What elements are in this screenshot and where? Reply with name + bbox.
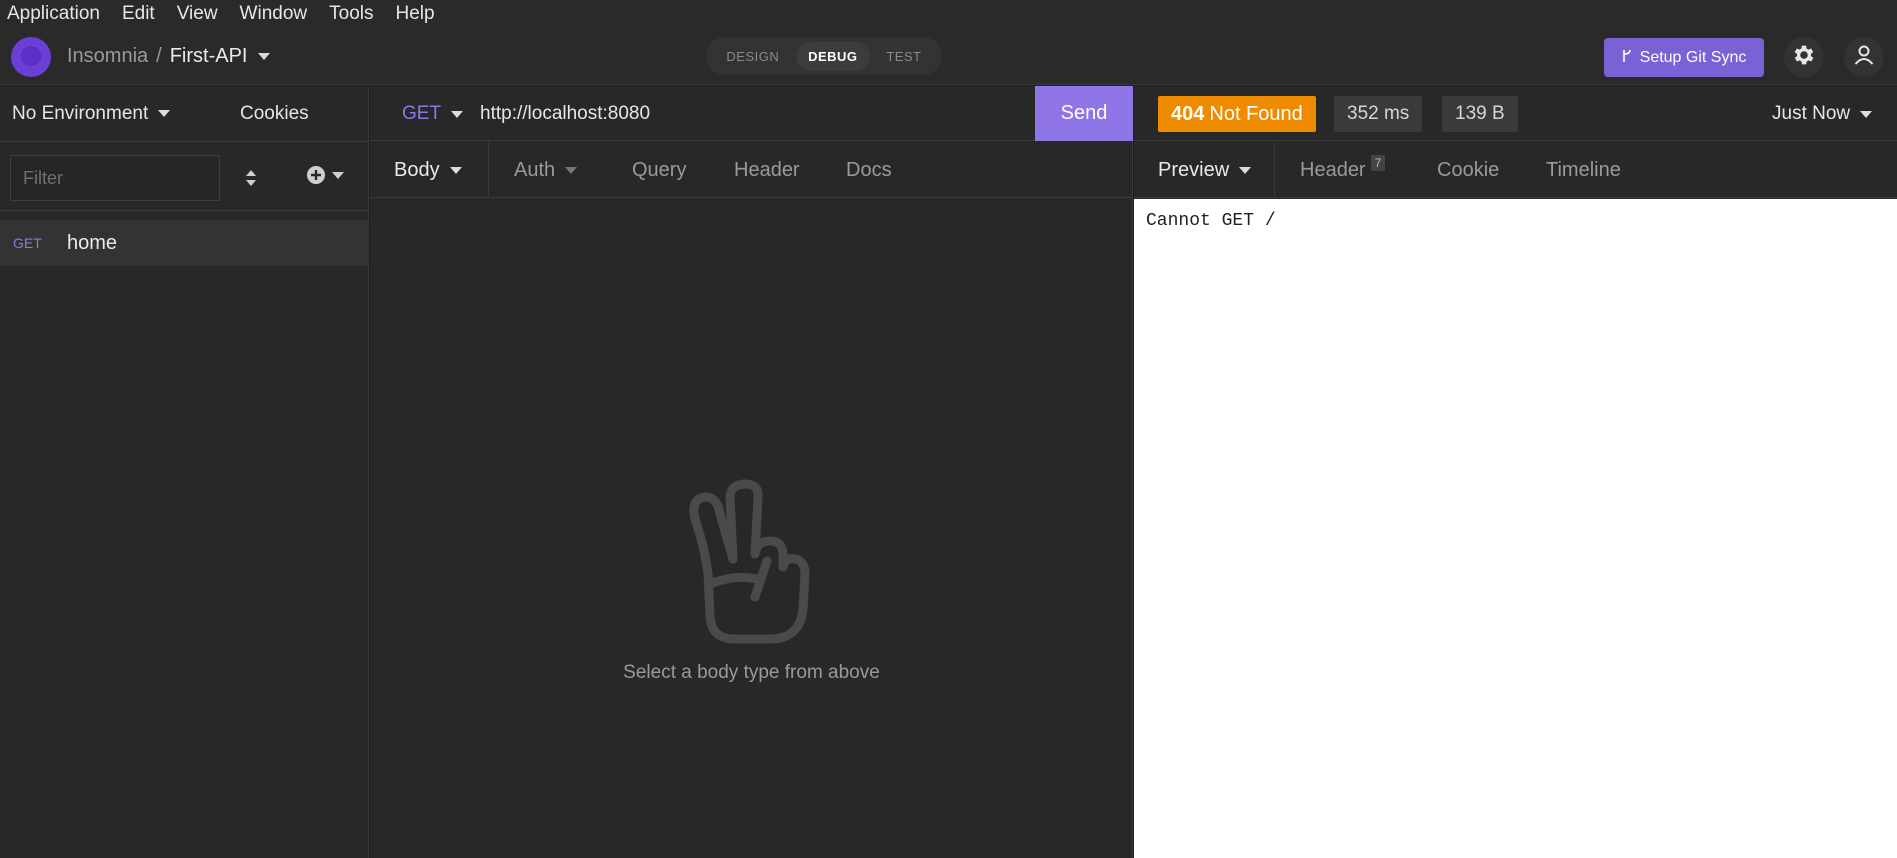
request-tabs: Body Auth Query Header Docs: [370, 142, 1133, 198]
git-branch-icon: [1622, 49, 1632, 67]
environment-row: No Environment Cookies: [0, 86, 369, 142]
app-header: Insomnia / First-API DESIGN DEBUG TEST S…: [0, 28, 1897, 85]
tab-header[interactable]: Header: [734, 159, 800, 182]
request-pane: GET http://localhost:8080 Send Body Auth…: [370, 86, 1133, 858]
chevron-down-icon: [451, 110, 464, 118]
mode-test[interactable]: TEST: [874, 42, 933, 71]
tab-query[interactable]: Query: [632, 159, 686, 182]
tab-response-header-label: Header: [1300, 159, 1366, 181]
url-bar: GET http://localhost:8080 Send: [370, 86, 1133, 141]
method-label: GET: [402, 103, 442, 124]
menu-application[interactable]: Application: [7, 3, 100, 25]
response-size-badge: 139 B: [1442, 96, 1518, 132]
add-request-button[interactable]: [306, 165, 344, 185]
tab-preview[interactable]: Preview: [1158, 159, 1252, 182]
response-preview: Cannot GET /: [1134, 199, 1897, 858]
header-count-badge: 7: [1370, 154, 1386, 171]
response-history-selector[interactable]: Just Now: [1772, 103, 1873, 125]
request-item-home[interactable]: GET home: [0, 220, 369, 266]
tab-cookie[interactable]: Cookie: [1437, 159, 1499, 182]
url-input[interactable]: http://localhost:8080: [480, 103, 650, 125]
send-button[interactable]: Send: [1035, 86, 1133, 141]
menu-window[interactable]: Window: [240, 3, 308, 25]
gear-icon: [1791, 42, 1817, 73]
insomnia-logo-icon[interactable]: [11, 37, 51, 77]
tab-body[interactable]: Body: [394, 159, 462, 182]
response-tabs: Preview Header 7 Cookie Timeline: [1134, 142, 1897, 198]
status-badge: 404 Not Found: [1158, 96, 1316, 132]
mode-debug[interactable]: DEBUG: [796, 41, 870, 71]
chevron-down-icon[interactable]: [257, 53, 270, 60]
breadcrumb-org[interactable]: Insomnia: [67, 45, 148, 68]
tab-divider: [1274, 142, 1275, 198]
tab-timeline[interactable]: Timeline: [1546, 159, 1621, 182]
git-sync-label: Setup Git Sync: [1639, 48, 1747, 66]
menu-help[interactable]: Help: [395, 3, 434, 25]
mode-design[interactable]: DESIGN: [714, 42, 791, 71]
tab-body-label: Body: [394, 159, 440, 181]
tab-docs[interactable]: Docs: [846, 159, 892, 182]
plus-circle-icon: [307, 166, 325, 184]
tab-auth-label: Auth: [514, 159, 556, 181]
tab-divider: [488, 142, 489, 198]
empty-body-message: Select a body type from above: [623, 662, 880, 683]
account-button[interactable]: [1844, 37, 1884, 77]
response-status-bar: 404 Not Found 352 ms 139 B Just Now: [1134, 86, 1897, 141]
tab-response-header[interactable]: Header 7: [1300, 154, 1386, 182]
user-icon: [1852, 43, 1876, 72]
peace-hand-icon: [675, 479, 825, 649]
response-body-text: Cannot GET /: [1146, 211, 1276, 231]
tab-preview-label: Preview: [1158, 159, 1230, 181]
chevron-down-icon: [449, 167, 462, 174]
breadcrumb-separator: /: [156, 45, 162, 67]
breadcrumb-project[interactable]: First-API: [170, 45, 248, 68]
method-selector[interactable]: GET: [402, 103, 464, 125]
request-name: home: [67, 231, 118, 254]
chevron-down-icon: [1860, 110, 1873, 118]
cookies-button[interactable]: Cookies: [240, 103, 309, 125]
filter-row: [0, 143, 369, 211]
mode-switch: DESIGN DEBUG TEST: [706, 37, 942, 75]
sort-icon[interactable]: [240, 167, 262, 189]
tab-auth[interactable]: Auth: [514, 159, 578, 182]
response-timestamp: Just Now: [1772, 103, 1851, 124]
filter-input[interactable]: [10, 155, 220, 201]
status-text: Not Found: [1209, 102, 1303, 125]
chevron-down-icon: [158, 110, 171, 117]
sidebar: No Environment Cookies GET home: [0, 86, 369, 858]
menu-edit[interactable]: Edit: [122, 3, 155, 25]
response-pane: 404 Not Found 352 ms 139 B Just Now Prev…: [1134, 86, 1897, 858]
breadcrumb: Insomnia / First-API: [67, 45, 270, 68]
settings-button[interactable]: [1784, 37, 1824, 77]
menu-view[interactable]: View: [177, 3, 218, 25]
request-method: GET: [13, 235, 42, 251]
chevron-down-icon: [332, 171, 344, 179]
status-code: 404: [1171, 102, 1205, 125]
chevron-down-icon: [1239, 167, 1252, 174]
menu-bar: Application Edit View Window Tools Help: [0, 0, 1897, 28]
response-time-badge: 352 ms: [1334, 96, 1423, 132]
setup-git-sync-button[interactable]: Setup Git Sync: [1604, 38, 1764, 77]
environment-label: No Environment: [12, 102, 149, 124]
environment-selector[interactable]: No Environment: [12, 102, 171, 125]
chevron-down-icon: [565, 167, 578, 174]
menu-tools[interactable]: Tools: [329, 3, 373, 25]
